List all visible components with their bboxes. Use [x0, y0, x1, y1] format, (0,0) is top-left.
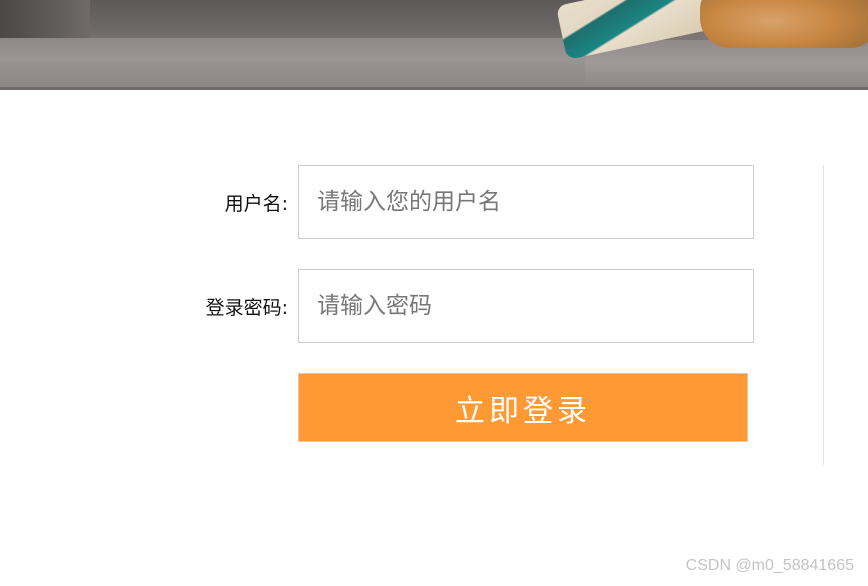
orange-pillow [700, 0, 868, 48]
login-button[interactable]: 立即登录 [298, 373, 748, 442]
password-input[interactable] [298, 269, 754, 343]
username-label: 用户名: [224, 193, 288, 215]
sofa-seat-cushion-left [0, 38, 600, 90]
banner-image [0, 0, 868, 90]
username-input[interactable] [298, 165, 754, 239]
banner-bottom-edge [0, 87, 868, 90]
csdn-watermark: CSDN @m0_58841665 [685, 557, 854, 574]
password-label: 登录密码: [205, 297, 288, 319]
vertical-divider [823, 165, 824, 465]
sofa-backrest [0, 0, 600, 42]
login-page: 用户名: 登录密码: 立即登录 CSDN @m0_58841665 [0, 0, 868, 586]
